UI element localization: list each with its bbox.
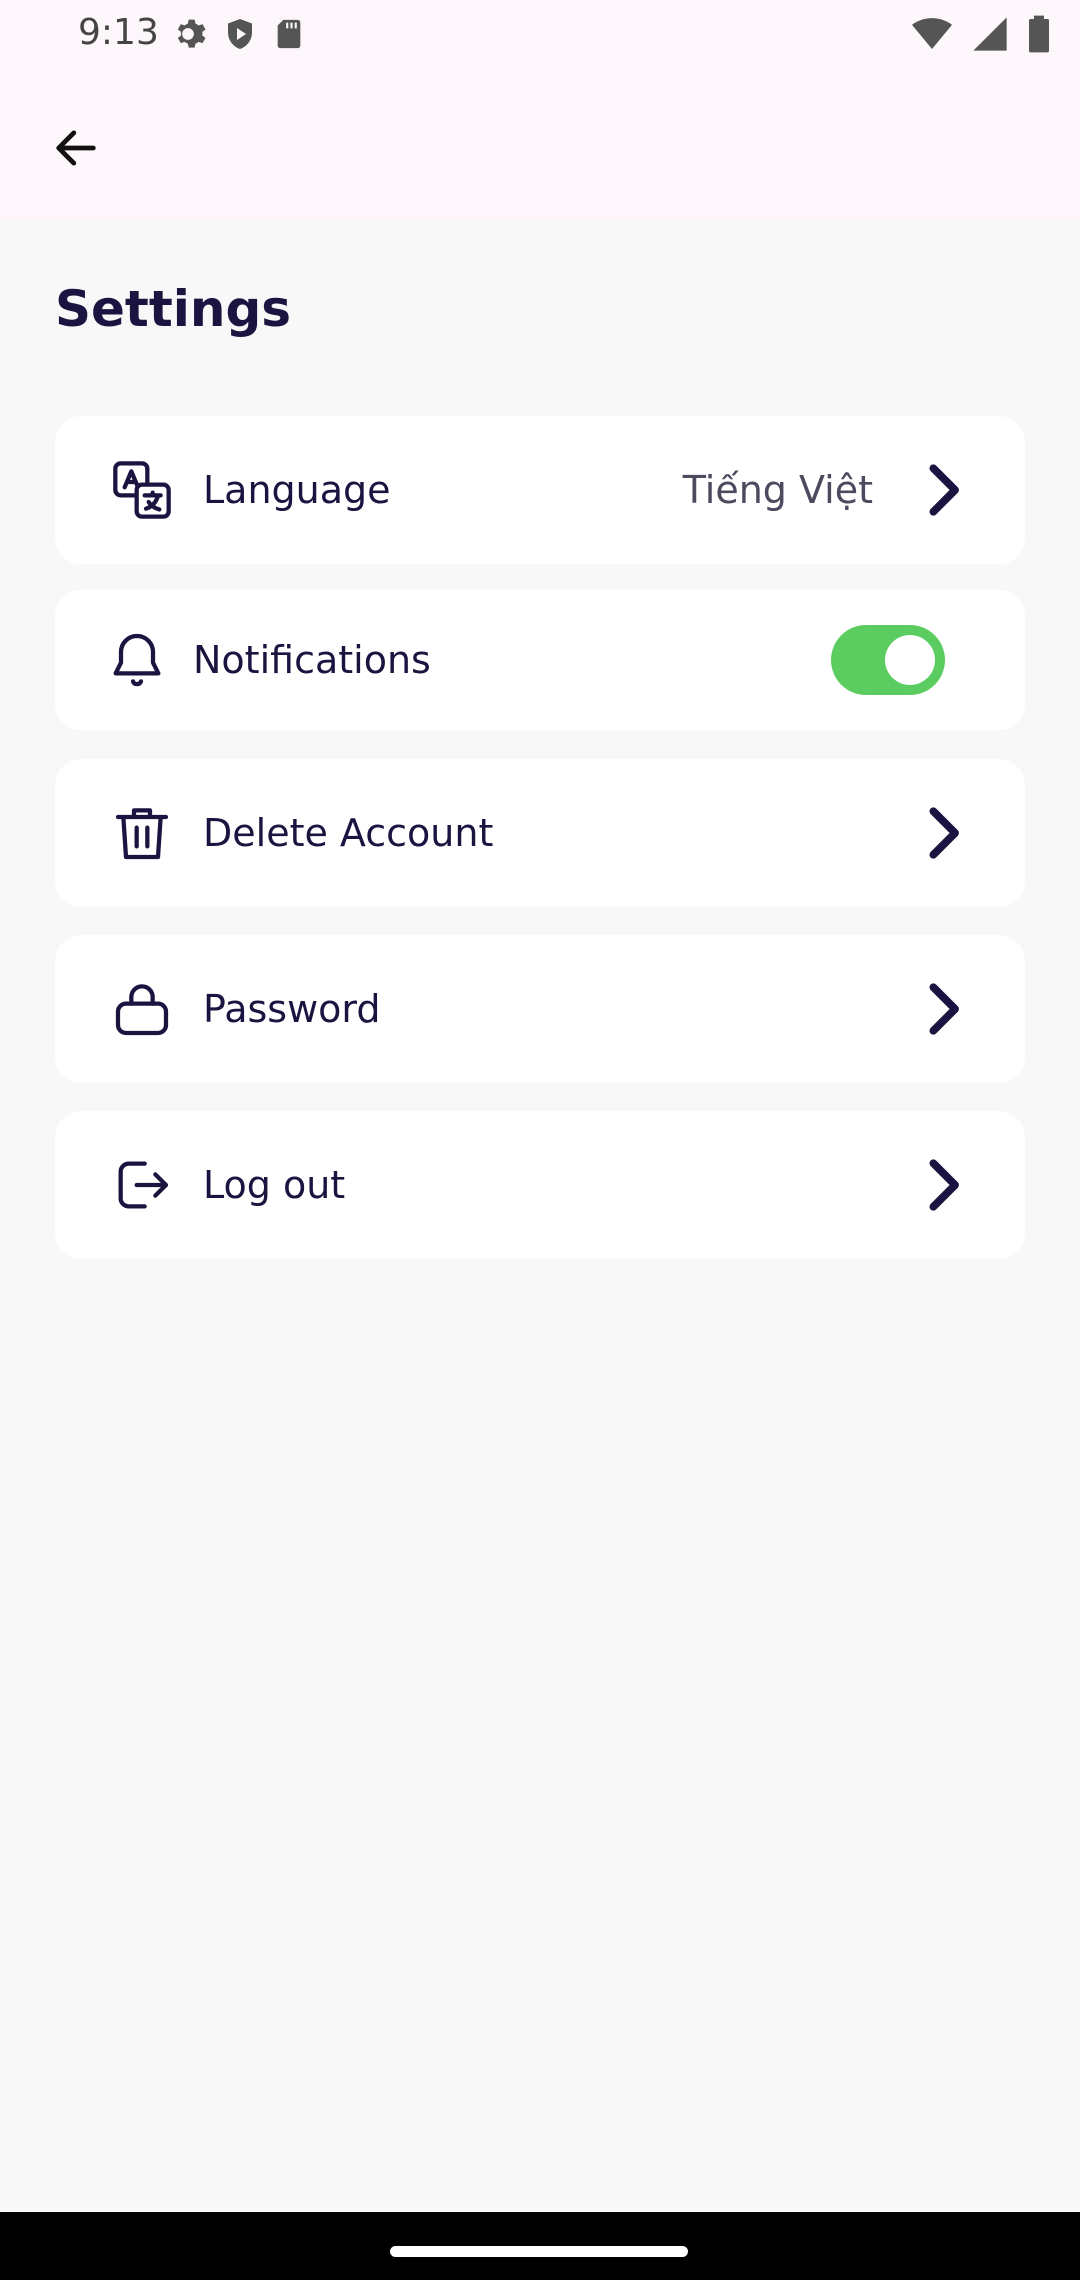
status-icons-right — [910, 14, 1052, 54]
chevron-right-icon — [929, 983, 959, 1035]
back-button[interactable] — [40, 112, 112, 184]
status-time: 9:13 — [78, 12, 159, 53]
bell-icon — [113, 633, 161, 687]
page-title: Settings — [55, 280, 292, 338]
settings-item-notifications: Notifications — [55, 590, 1025, 730]
lock-icon — [115, 984, 169, 1036]
notifications-label: Notifications — [193, 638, 431, 682]
settings-item-language[interactable]: Language Tiếng Việt — [55, 416, 1025, 564]
top-app-bar — [0, 70, 1080, 220]
battery-icon — [1029, 15, 1049, 53]
language-value: Tiếng Việt — [682, 468, 873, 512]
status-icons-left — [168, 14, 306, 54]
gear-icon — [177, 19, 206, 48]
chevron-right-icon — [929, 807, 959, 859]
status-bar: 9:13 — [0, 0, 1080, 70]
arrow-left-icon — [56, 130, 96, 166]
shield-icon — [228, 19, 252, 49]
signal-icon — [973, 17, 1007, 51]
password-label: Password — [203, 987, 381, 1031]
settings-item-logout[interactable]: Log out — [55, 1111, 1025, 1259]
translate-icon — [113, 461, 171, 519]
logout-icon — [118, 1161, 169, 1209]
home-gesture-pill[interactable] — [390, 2246, 688, 2257]
system-navigation-bar — [0, 2212, 1080, 2280]
wifi-icon — [912, 18, 952, 49]
delete-account-label: Delete Account — [203, 811, 494, 855]
chevron-right-icon — [929, 464, 959, 516]
trash-icon — [115, 808, 169, 860]
logout-label: Log out — [203, 1163, 346, 1207]
settings-item-delete-account[interactable]: Delete Account — [55, 759, 1025, 907]
settings-item-password[interactable]: Password — [55, 935, 1025, 1083]
language-label: Language — [203, 468, 391, 512]
toggle-knob — [885, 635, 935, 685]
sd-card-icon — [277, 19, 301, 49]
notifications-toggle[interactable] — [831, 625, 945, 695]
chevron-right-icon — [929, 1159, 959, 1211]
